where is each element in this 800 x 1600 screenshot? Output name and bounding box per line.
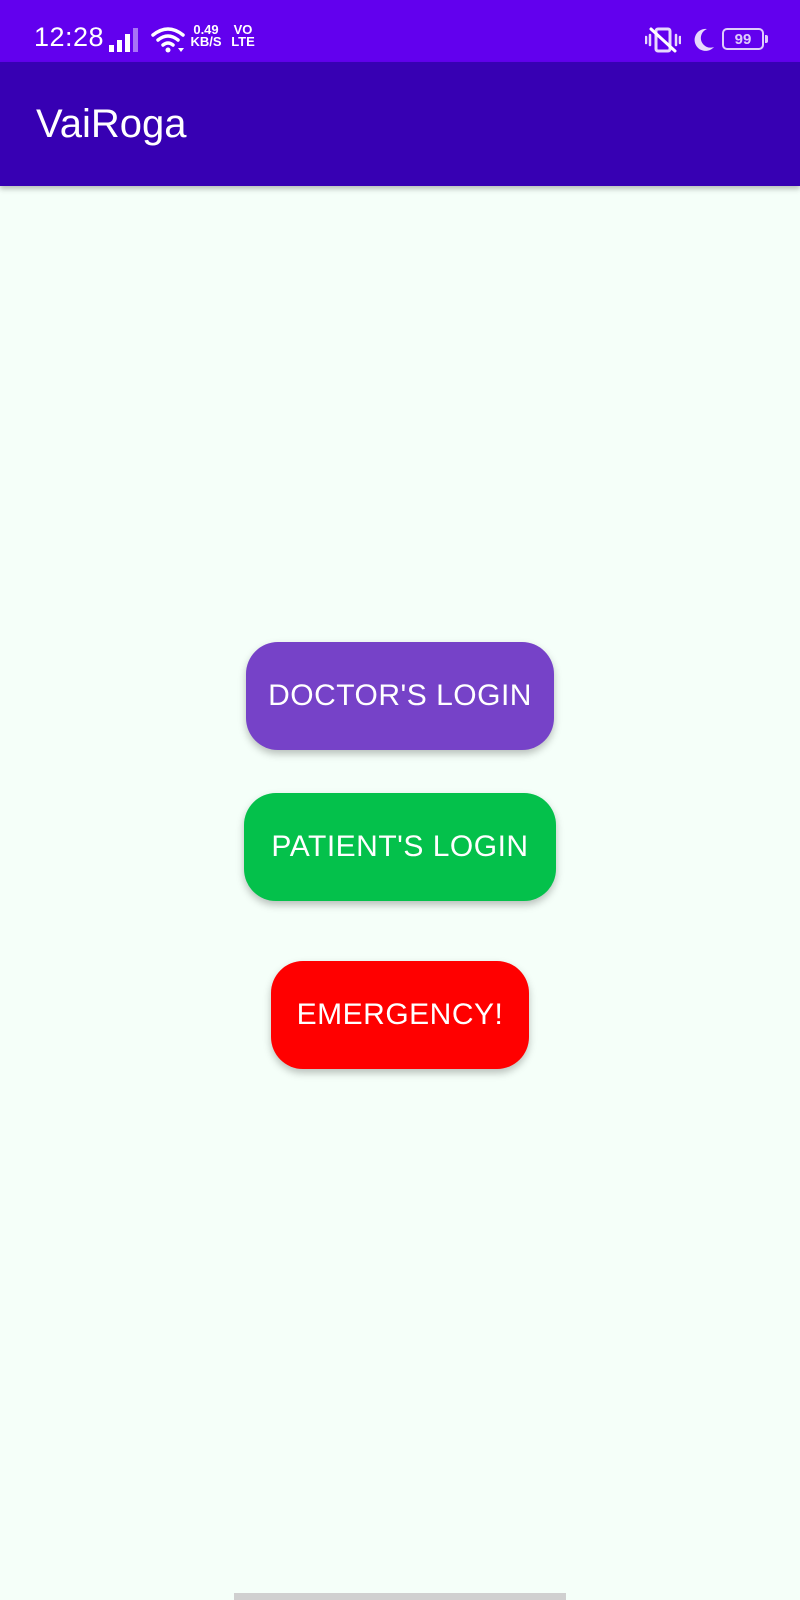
status-bar: 12:28 0.49 KB/S VO LTE 99	[0, 0, 800, 62]
battery-level: 99	[734, 30, 752, 48]
wifi-icon	[151, 27, 185, 53]
app-screen: 12:28 0.49 KB/S VO LTE 99 VaiRoga DOCTOR…	[0, 0, 800, 1600]
moon-icon	[694, 28, 714, 51]
volte-bottom: LTE	[231, 34, 255, 49]
gesture-navigation-bar[interactable]	[234, 1593, 566, 1600]
doctor-login-button[interactable]: DOCTOR'S LOGIN	[246, 642, 554, 750]
patient-login-button[interactable]: PATIENT'S LOGIN	[244, 793, 556, 901]
signal-icon	[109, 28, 138, 52]
emergency-button[interactable]: EMERGENCY!	[271, 961, 529, 1069]
volte-indicator: VO LTE	[231, 23, 255, 49]
network-speed-unit: KB/S	[190, 34, 222, 49]
status-time: 12:28	[34, 22, 105, 52]
network-speed: 0.49 KB/S	[189, 23, 223, 49]
vibrate-icon	[645, 27, 681, 53]
app-title: VaiRoga	[36, 102, 187, 146]
battery-icon: 99	[722, 28, 768, 50]
app-bar: VaiRoga	[0, 62, 800, 186]
